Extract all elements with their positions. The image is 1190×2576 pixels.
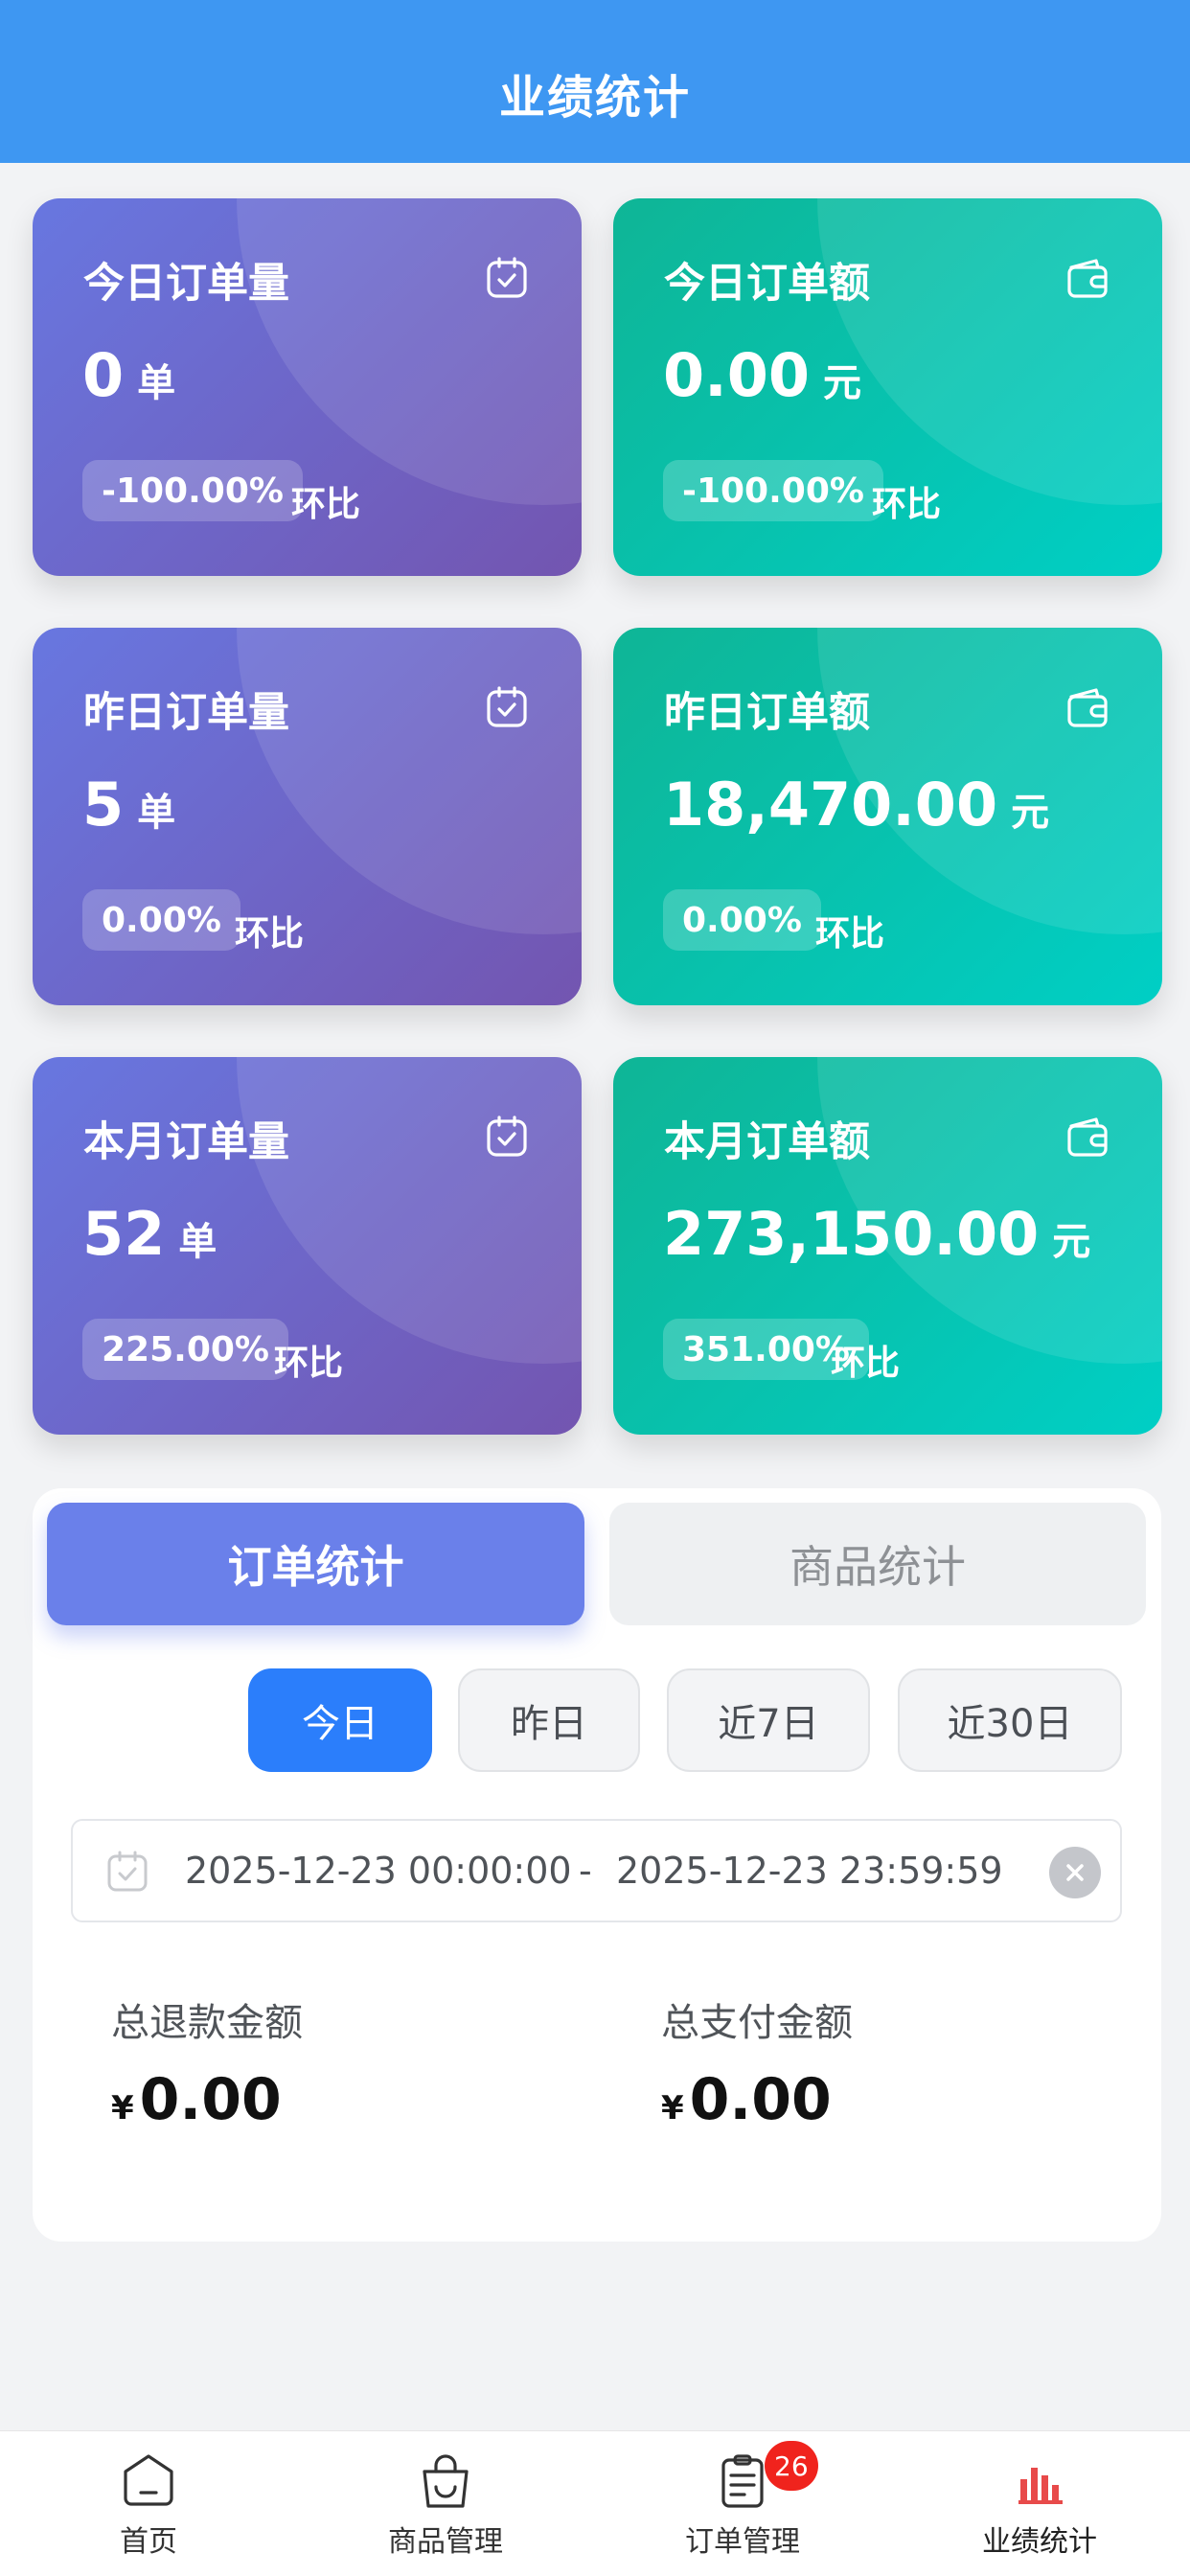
- card-yesterday-order-amount[interactable]: 昨日订单额 18,470.00 元 0.00% 环比: [613, 628, 1162, 1005]
- currency-symbol: ¥: [661, 2089, 684, 2128]
- bottom-tab-bar: 首页 商品管理 订单管理 26 业绩统计: [0, 2430, 1190, 2576]
- order-count-badge: 26: [765, 2441, 818, 2491]
- card-decoration: [237, 1057, 582, 1364]
- card-value-number: 273,150.00: [663, 1199, 1040, 1269]
- order-list-icon: [721, 2454, 764, 2508]
- card-title: 昨日订单量: [83, 689, 289, 737]
- card-unit: 元: [1011, 791, 1050, 835]
- bar-chart-icon: [1018, 2468, 1063, 2504]
- card-value-number: 0.00: [663, 340, 810, 410]
- tab-performance-stats[interactable]: 业绩统计: [891, 2431, 1188, 2576]
- range-30days-button[interactable]: 近30日: [898, 1668, 1122, 1772]
- pay-amount: ¥0.00: [661, 2066, 853, 2133]
- wallet-icon: [1067, 259, 1108, 298]
- home-icon: [124, 2454, 173, 2506]
- close-icon: [1066, 1864, 1084, 1881]
- ratio-badge: 0.00%: [663, 889, 821, 951]
- page-title: 业绩统计: [498, 71, 691, 125]
- tab-label: 订单管理: [685, 2525, 800, 2559]
- tab-label: 商品管理: [388, 2525, 503, 2559]
- ratio-label: 环比: [235, 914, 305, 954]
- card-value: 0.00 元: [663, 340, 861, 410]
- range-today-button[interactable]: 今日: [248, 1668, 432, 1772]
- card-unit: 元: [1052, 1220, 1091, 1264]
- pay-label: 总支付金额: [661, 2001, 853, 2045]
- currency-symbol: ¥: [111, 2089, 134, 2128]
- ratio-label: 环比: [872, 485, 942, 524]
- ratio-badge: 225.00%: [82, 1319, 288, 1380]
- card-title: 今日订单额: [664, 260, 870, 308]
- card-decoration: [817, 198, 1162, 505]
- tab-product-management[interactable]: 商品管理: [297, 2431, 594, 2576]
- refund-amount: ¥0.00: [111, 2066, 303, 2133]
- date-range-picker[interactable]: 2025-12-23 00:00:00 - 2025-12-23 23:59:5…: [71, 1819, 1122, 1922]
- card-value: 52 单: [82, 1199, 217, 1269]
- clear-icon[interactable]: [1049, 1847, 1101, 1898]
- ratio-label: 环比: [274, 1344, 344, 1383]
- card-month-order-amount[interactable]: 本月订单额 273,150.00 元 351.00% 环比: [613, 1057, 1162, 1435]
- card-unit: 单: [137, 361, 176, 405]
- card-value-number: 18,470.00: [663, 770, 998, 840]
- card-value: 5单: [82, 770, 175, 840]
- date-separator: -: [579, 1850, 592, 1892]
- tab-label: 首页: [120, 2525, 177, 2559]
- card-unit: 单: [137, 791, 176, 835]
- wallet-icon: [1067, 1117, 1108, 1157]
- ratio-badge: -100.00%: [82, 460, 303, 521]
- card-value-number: 5: [82, 770, 125, 840]
- wallet-icon: [1067, 688, 1108, 727]
- ratio-badge: -100.00%: [663, 460, 883, 521]
- range-yesterday-button[interactable]: 昨日: [458, 1668, 640, 1772]
- ratio-label: 环比: [815, 914, 885, 954]
- ratio-label: 环比: [831, 1344, 901, 1383]
- refund-label: 总退款金额: [111, 2001, 303, 2045]
- tab-home[interactable]: 首页: [0, 2431, 297, 2576]
- ratio-badge: 0.00%: [82, 889, 240, 951]
- range-7days-button[interactable]: 近7日: [667, 1668, 870, 1772]
- shopping-bag-icon: [423, 2454, 469, 2508]
- card-yesterday-order-count[interactable]: 昨日订单量 5单 0.00% 环比: [33, 628, 582, 1005]
- calendar-check-icon: [487, 686, 527, 727]
- refund-stat: 总退款金额 ¥0.00: [111, 1991, 303, 2133]
- card-title: 昨日订单额: [664, 689, 870, 737]
- refund-value: 0.00: [139, 2066, 282, 2133]
- card-decoration: [237, 628, 582, 934]
- tab-label: 业绩统计: [982, 2525, 1097, 2559]
- tab-order-stats[interactable]: 订单统计: [47, 1503, 584, 1625]
- pay-value: 0.00: [689, 2066, 832, 2133]
- calendar-check-icon: [487, 257, 527, 298]
- card-value-number: 52: [82, 1199, 166, 1269]
- card-unit: 单: [178, 1220, 217, 1264]
- tab-order-management[interactable]: 订单管理 26: [594, 2431, 891, 2576]
- card-value-number: 0: [82, 340, 125, 410]
- card-value: 18,470.00 元: [663, 770, 1049, 840]
- date-end[interactable]: 2025-12-23 23:59:59: [616, 1850, 1003, 1892]
- date-start[interactable]: 2025-12-23 00:00:00: [185, 1850, 572, 1892]
- card-title: 本月订单额: [664, 1118, 870, 1166]
- card-value: 273,150.00 元: [663, 1199, 1090, 1269]
- card-unit: 元: [822, 361, 861, 405]
- stats-panel: 订单统计 商品统计 今日 昨日 近7日 近30日 2025-12-23 00:0…: [33, 1488, 1161, 2242]
- card-title: 今日订单量: [83, 260, 289, 308]
- pay-stat: 总支付金额 ¥0.00: [661, 1991, 853, 2133]
- calendar-check-icon: [487, 1116, 527, 1157]
- card-today-order-amount[interactable]: 今日订单额 0.00 元 -100.00% 环比: [613, 198, 1162, 576]
- card-month-order-count[interactable]: 本月订单量 52 单 225.00% 环比: [33, 1057, 582, 1435]
- card-title: 本月订单量: [83, 1118, 289, 1166]
- tab-product-stats[interactable]: 商品统计: [609, 1503, 1146, 1625]
- calendar-icon: [107, 1851, 148, 1892]
- card-today-order-count[interactable]: 今日订单量 0单 -100.00% 环比: [33, 198, 582, 576]
- card-value: 0单: [82, 340, 175, 410]
- ratio-label: 环比: [291, 485, 361, 524]
- header: 业绩统计: [0, 0, 1190, 163]
- card-decoration: [237, 198, 582, 505]
